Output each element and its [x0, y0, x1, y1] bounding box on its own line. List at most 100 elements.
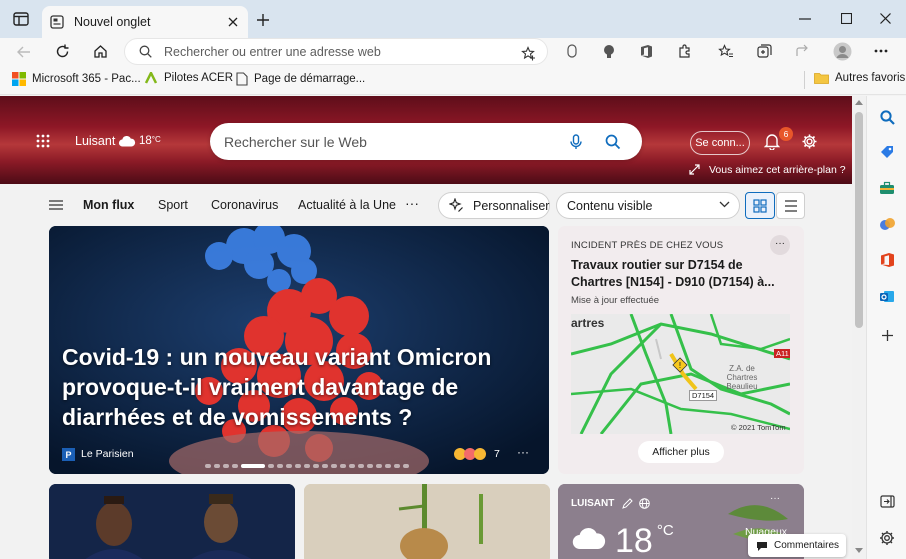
favorite-pilotes-acer[interactable]: Pilotes ACER: [144, 72, 233, 84]
sidebar-settings-icon[interactable]: [878, 529, 896, 547]
globe-icon[interactable]: [638, 497, 650, 509]
carousel-dot[interactable]: [394, 464, 400, 468]
traffic-map[interactable]: artres ! Z.A. de Chartres Beaulieu D7154…: [571, 314, 790, 434]
carousel-dot[interactable]: [322, 464, 328, 468]
carousel-dot[interactable]: [223, 464, 229, 468]
personalize-button[interactable]: Personnaliser: [438, 192, 550, 219]
carousel-dot[interactable]: [331, 464, 337, 468]
carousel-dot[interactable]: [268, 464, 274, 468]
show-more-button[interactable]: Afficher plus: [638, 441, 724, 463]
garden-article-card[interactable]: [304, 484, 550, 559]
carousel-dot[interactable]: [385, 464, 391, 468]
background-feedback-link[interactable]: Vous aimez cet arrière-plan ?: [709, 164, 846, 176]
article-source[interactable]: Le Parisien: [81, 448, 134, 460]
share-icon[interactable]: [795, 43, 811, 59]
extensions-icon[interactable]: [676, 43, 692, 59]
office-extension-icon[interactable]: [638, 43, 654, 59]
address-bar[interactable]: [124, 38, 548, 65]
sports-article-card[interactable]: [49, 484, 295, 559]
reaction-emojis-icon[interactable]: [453, 447, 493, 461]
carousel-dot[interactable]: [214, 464, 220, 468]
sidebar-shopping-icon[interactable]: [878, 143, 896, 161]
page-settings-gear-icon[interactable]: [800, 132, 818, 150]
home-icon[interactable]: [92, 43, 108, 59]
extension-2-icon[interactable]: [601, 43, 617, 59]
sidebar-games-icon[interactable]: [878, 215, 896, 233]
refresh-icon[interactable]: [54, 43, 70, 59]
tab-actions-icon[interactable]: [12, 11, 30, 27]
weather-card-more-button[interactable]: ···: [770, 493, 780, 504]
menu-hamburger-icon[interactable]: [48, 198, 64, 212]
traffic-incident-card[interactable]: INCIDENT PRÈS DE CHEZ VOUS ··· Travaux r…: [558, 226, 804, 474]
favorites-icon[interactable]: [718, 43, 734, 59]
carousel-indicator[interactable]: [205, 464, 409, 468]
sidebar-office-icon[interactable]: [878, 251, 896, 269]
carousel-dot[interactable]: [340, 464, 346, 468]
close-tab-icon[interactable]: [226, 15, 240, 29]
close-window-icon[interactable]: [878, 11, 892, 25]
profile-avatar-icon[interactable]: [832, 41, 852, 61]
page-scrollbar[interactable]: [852, 96, 866, 559]
collections-icon[interactable]: [756, 43, 772, 59]
incident-marker-icon[interactable]: !: [672, 357, 688, 373]
incident-more-button[interactable]: ···: [770, 235, 790, 255]
sparkle-edit-icon: [449, 198, 464, 213]
carousel-dot[interactable]: [277, 464, 283, 468]
sidebar-search-icon[interactable]: [878, 108, 896, 126]
favorite-microsoft365[interactable]: Microsoft 365 - Pac...: [12, 72, 141, 86]
address-input[interactable]: [164, 44, 504, 59]
grid-view-button[interactable]: [745, 192, 775, 219]
carousel-dot[interactable]: [367, 464, 373, 468]
tab-sport[interactable]: Sport: [158, 198, 188, 212]
carousel-dot[interactable]: [232, 464, 238, 468]
carousel-dot[interactable]: [349, 464, 355, 468]
minimize-icon[interactable]: [797, 12, 813, 26]
tab-new-tab[interactable]: Nouvel onglet: [42, 6, 248, 38]
carousel-dot[interactable]: [376, 464, 382, 468]
other-favorites[interactable]: Autres favoris: [814, 72, 905, 84]
incident-title[interactable]: Travaux routier sur D7154 de Chartres [N…: [571, 257, 791, 291]
edit-location-icon[interactable]: [621, 497, 633, 509]
carousel-dot-active[interactable]: [241, 464, 265, 468]
sidebar-add-icon[interactable]: [878, 326, 896, 344]
tab-title: Nouvel onglet: [74, 15, 151, 29]
expand-arrows-icon[interactable]: [688, 163, 700, 175]
extension-1-icon[interactable]: [564, 43, 580, 59]
carousel-dot[interactable]: [304, 464, 310, 468]
carousel-dot[interactable]: [286, 464, 292, 468]
tab-mon-flux[interactable]: Mon flux: [83, 198, 134, 212]
article-more-button[interactable]: ···: [517, 445, 529, 459]
sidebar-tools-icon[interactable]: [878, 179, 896, 197]
web-search-box[interactable]: [210, 123, 642, 160]
tab-coronavirus[interactable]: Coronavirus: [211, 198, 278, 212]
scroll-up-arrow-icon[interactable]: [855, 100, 863, 105]
favorite-page-demarrage[interactable]: Page de démarrage...: [236, 72, 365, 86]
sidebar-collapse-icon[interactable]: [878, 492, 896, 510]
content-visibility-dropdown[interactable]: Contenu visible: [556, 192, 740, 219]
carousel-dot[interactable]: [358, 464, 364, 468]
new-tab-plus-icon[interactable]: [255, 12, 271, 28]
settings-more-icon[interactable]: [872, 43, 890, 59]
carousel-dot[interactable]: [313, 464, 319, 468]
weather-location[interactable]: Luisant: [75, 134, 115, 148]
more-tabs-button[interactable]: ···: [405, 195, 419, 211]
add-favorite-icon[interactable]: [520, 45, 536, 61]
main-article-headline[interactable]: Covid-19 : un nouveau variant Omicron pr…: [62, 342, 492, 432]
apps-grid-icon[interactable]: [36, 134, 50, 148]
search-submit-icon[interactable]: [604, 133, 622, 151]
carousel-dot[interactable]: [205, 464, 211, 468]
microphone-icon[interactable]: [568, 133, 584, 151]
scrollbar-thumb[interactable]: [855, 112, 863, 328]
tab-actualite-une[interactable]: Actualité à la Une: [298, 198, 396, 212]
sidebar-outlook-icon[interactable]: [878, 287, 896, 305]
carousel-dot[interactable]: [295, 464, 301, 468]
list-view-button[interactable]: [776, 192, 805, 219]
scroll-down-arrow-icon[interactable]: [855, 548, 863, 553]
sign-in-button[interactable]: Se conn...: [690, 131, 750, 155]
web-search-input[interactable]: [224, 133, 554, 150]
maximize-icon[interactable]: [839, 11, 853, 25]
feedback-button[interactable]: Commentaires: [748, 534, 846, 557]
back-icon[interactable]: [16, 44, 32, 60]
carousel-dot[interactable]: [403, 464, 409, 468]
main-article-card[interactable]: Covid-19 : un nouveau variant Omicron pr…: [49, 226, 549, 474]
